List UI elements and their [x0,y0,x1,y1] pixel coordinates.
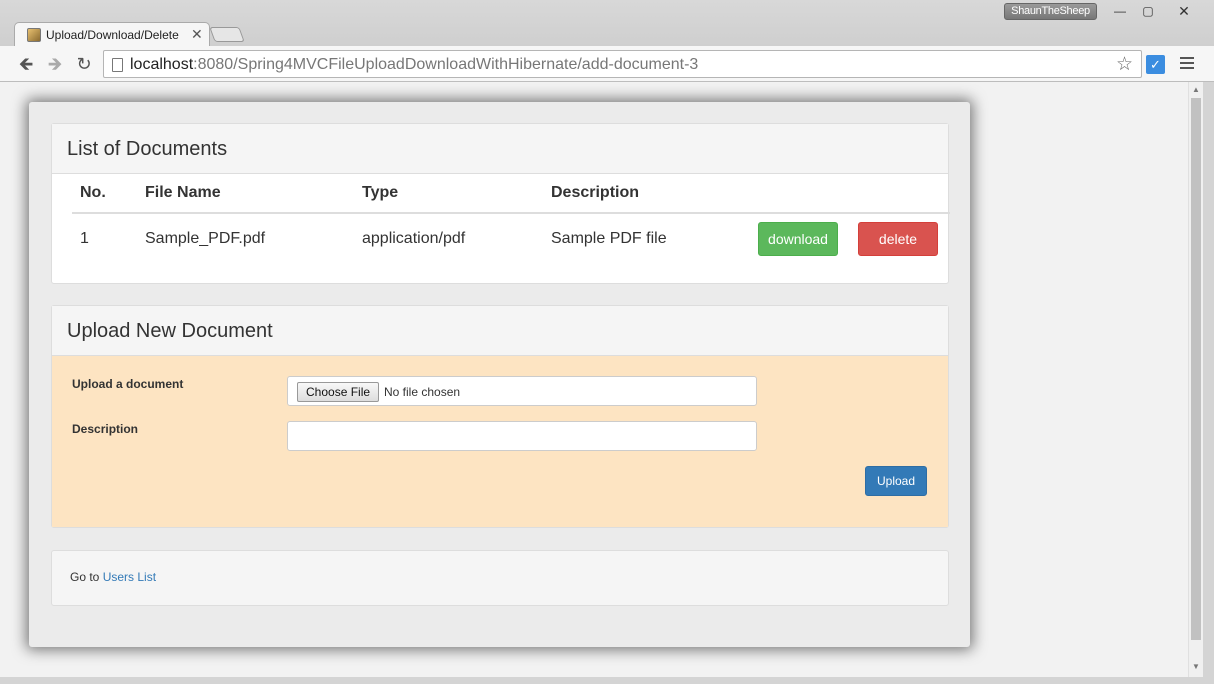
page-icon [112,58,123,72]
description-input[interactable] [287,421,757,451]
address-bar[interactable]: localhost:8080/Spring4MVCFileUploadDownl… [103,50,1142,78]
browser-tab[interactable]: Upload/Download/Delete ✕ [14,22,210,48]
cell-type: application/pdf [362,229,466,247]
scroll-up-icon[interactable]: ▲ [1192,85,1200,94]
delete-button[interactable]: delete [858,222,938,256]
url-text[interactable]: localhost:8080/Spring4MVCFileUploadDownl… [130,56,698,74]
vertical-scrollbar[interactable]: ▲ ▼ [1188,82,1203,677]
footer-text: Go to Users List [70,570,156,584]
documents-panel: List of Documents No. File Name Type Des… [51,123,950,284]
back-arrow-icon[interactable]: 🡸 [15,53,37,75]
tab-title: Upload/Download/Delete [46,28,179,42]
maximize-icon[interactable]: ▢ [1134,1,1162,21]
browser-titlebar: ShaunTheSheep — ▢ ✕ Upload/Download/Dele… [0,0,1214,48]
cell-no: 1 [80,229,89,247]
upload-file-label: Upload a document [72,377,184,391]
url-path: :8080/Spring4MVCFileUploadDownloadWithHi… [193,56,699,73]
scroll-thumb[interactable] [1191,98,1201,640]
documents-panel-heading: List of Documents [52,124,948,174]
column-header-type: Type [354,174,543,214]
minimize-icon[interactable]: — [1106,1,1134,21]
bookmark-star-icon[interactable]: ☆ [1116,53,1133,76]
profile-badge[interactable]: ShaunTheSheep [1004,3,1097,20]
file-status-text: No file chosen [384,385,461,399]
window-frame-right [1203,82,1214,684]
table-header-row: No. File Name Type Description [72,174,950,214]
scroll-down-icon[interactable]: ▼ [1192,662,1200,671]
upload-panel-heading: Upload New Document [52,306,948,356]
users-list-link[interactable]: Users List [103,570,156,584]
menu-icon[interactable] [1180,54,1194,72]
file-input[interactable]: Choose File No file chosen [287,376,757,406]
url-host: localhost [130,56,194,73]
new-tab-button[interactable] [209,27,245,42]
description-label: Description [72,422,139,436]
favicon-icon [27,28,41,42]
main-card: List of Documents No. File Name Type Des… [29,102,970,647]
browser-toolbar: 🡸 🡺 ↻ localhost:8080/Spring4MVCFileUploa… [0,46,1214,82]
tab-close-icon[interactable]: ✕ [191,26,203,43]
window-frame-bottom [0,677,1214,684]
choose-file-button[interactable]: Choose File [297,382,380,402]
upload-button[interactable]: Upload [865,466,927,496]
footer-prefix: Go to [70,570,100,584]
column-header-no: No. [72,174,137,214]
column-header-description: Description [543,174,950,214]
cell-file-name: Sample_PDF.pdf [145,229,266,247]
download-button[interactable]: download [758,222,838,256]
forward-arrow-icon[interactable]: 🡺 [44,53,66,75]
column-header-file-name: File Name [137,174,354,214]
upload-form: Upload a document Choose File No file ch… [52,356,948,527]
upload-panel: Upload New Document Upload a document Ch… [51,305,949,528]
footer-panel: Go to Users List [51,550,949,606]
extension-check-icon[interactable]: ✓ [1146,55,1165,74]
close-window-icon[interactable]: ✕ [1165,1,1203,21]
reload-icon[interactable]: ↻ [73,53,95,75]
